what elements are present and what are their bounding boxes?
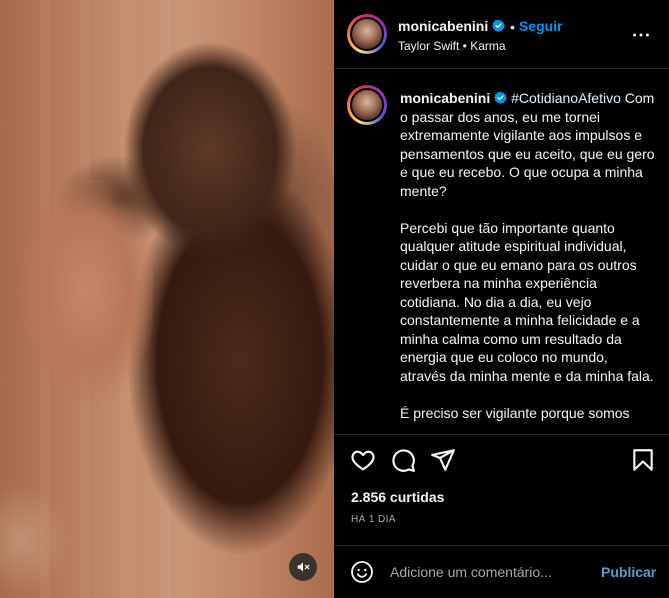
mute-toggle-button[interactable] — [289, 553, 317, 581]
emoji-icon[interactable] — [350, 560, 374, 584]
publish-button[interactable]: Publicar — [601, 564, 656, 580]
post-timestamp[interactable]: HÁ 1 DIA — [351, 514, 396, 525]
more-options-icon[interactable] — [630, 24, 652, 46]
bookmark-icon[interactable] — [630, 447, 656, 473]
heart-icon[interactable] — [350, 447, 376, 473]
caption-scroll-area[interactable]: monicabenini #CotidianoAfetivo Com o pas… — [334, 70, 669, 434]
follow-button[interactable]: Seguir — [519, 18, 563, 34]
caption-paragraph-2: Percebi que tão importante quanto qualqu… — [400, 219, 654, 384]
comment-input[interactable] — [390, 561, 595, 583]
caption-text: monicabenini #CotidianoAfetivo Com o pas… — [400, 89, 655, 434]
share-icon[interactable] — [430, 447, 456, 473]
audio-link[interactable]: Taylor Swift • Karma — [398, 39, 506, 53]
likes-count[interactable]: 2.856 curtidas — [351, 489, 444, 505]
caption-paragraph-3: É preciso ser vigilante porque somos — [400, 404, 630, 421]
separator-dot: • — [510, 19, 515, 35]
caption-hashtag[interactable]: #CotidianoAfetivo — [511, 90, 621, 106]
author-avatar[interactable] — [347, 14, 387, 54]
caption-username[interactable]: monicabenini — [400, 90, 490, 106]
caption-paragraph-1: Com o passar dos anos, eu me tornei extr… — [400, 90, 655, 199]
comment-bar: Publicar — [334, 545, 669, 598]
verified-badge-icon — [492, 19, 506, 32]
actions-divider — [334, 434, 669, 435]
author-username[interactable]: monicabenini — [398, 18, 506, 34]
post-details-panel: monicabenini • Seguir Taylor Swift • Kar… — [334, 0, 669, 598]
caption-author-avatar[interactable] — [347, 85, 387, 125]
subject-face-profile — [18, 180, 153, 440]
post-video[interactable] — [0, 0, 334, 598]
foreground-blur — [0, 470, 120, 598]
post-header: monicabenini • Seguir Taylor Swift • Kar… — [334, 0, 669, 69]
verified-badge-icon — [494, 91, 508, 104]
speaker-muted-icon — [297, 562, 310, 572]
comment-icon[interactable] — [390, 447, 416, 473]
